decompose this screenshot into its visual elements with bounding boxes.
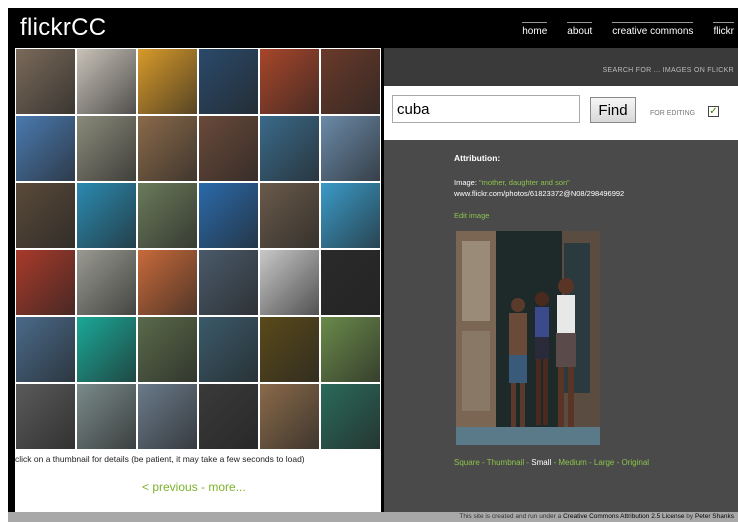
top-bar: flickrCC home about creative commons fli… — [8, 8, 738, 50]
thumbnail[interactable] — [320, 249, 381, 316]
thumbnail[interactable] — [15, 316, 76, 383]
thumbnail[interactable] — [137, 316, 198, 383]
author-link[interactable]: Peter Shanks — [695, 513, 734, 520]
search-header: SEARCH FOR ... IMAGES ON FLICKR — [384, 48, 738, 86]
footer-by: by — [686, 513, 694, 520]
nav-flickr-link[interactable]: flickr — [713, 22, 734, 37]
thumbnail[interactable] — [15, 48, 76, 115]
thumbnail[interactable] — [320, 48, 381, 115]
find-button[interactable]: Find — [590, 97, 636, 123]
thumbnail[interactable] — [259, 48, 320, 115]
nav-home-link[interactable]: home — [522, 22, 548, 37]
size-thumbnail-link[interactable]: Thumbnail — [487, 458, 524, 467]
footer-text: This site is created and run under a Cre… — [459, 513, 734, 520]
size-square-link[interactable]: Square — [454, 458, 480, 467]
pager-separator: - — [197, 480, 209, 494]
pager: < previous - more... — [142, 480, 246, 494]
detail-panel: SEARCH FOR ... IMAGES ON FLICKR Find FOR… — [384, 48, 738, 514]
thumbnail[interactable] — [137, 249, 198, 316]
thumbnail[interactable] — [137, 182, 198, 249]
edit-image-link[interactable]: Edit image — [454, 211, 489, 220]
size-small-current: Small — [531, 458, 552, 467]
footer: This site is created and run under a Cre… — [8, 512, 738, 522]
thumbnail[interactable] — [198, 115, 259, 182]
search-input[interactable] — [392, 95, 580, 123]
attribution-image-title-link[interactable]: "mother, daughter and son" — [479, 178, 570, 187]
thumbnail[interactable] — [198, 249, 259, 316]
thumbnail[interactable] — [259, 249, 320, 316]
thumbnail[interactable] — [259, 182, 320, 249]
nav-bar: home about creative commons flickr — [522, 22, 734, 37]
grid-hint-text: click on a thumbnail for details (be pat… — [15, 454, 305, 464]
thumbnail[interactable] — [76, 182, 137, 249]
search-bar: Find FOR EDITING ✓ — [384, 86, 738, 140]
thumbnail[interactable] — [320, 182, 381, 249]
for-editing-label: FOR EDITING — [650, 110, 696, 117]
thumbnail[interactable] — [198, 383, 259, 450]
size-original-link[interactable]: Original — [622, 458, 650, 467]
thumbnail[interactable] — [76, 249, 137, 316]
thumbnail[interactable] — [259, 316, 320, 383]
thumbnail[interactable] — [320, 383, 381, 450]
more-link[interactable]: more... — [208, 480, 245, 494]
thumbnail[interactable] — [259, 115, 320, 182]
thumbnail[interactable] — [137, 115, 198, 182]
search-header-label: SEARCH FOR ... IMAGES ON FLICKR — [602, 67, 734, 74]
thumbnail[interactable] — [76, 48, 137, 115]
thumbnail[interactable] — [76, 316, 137, 383]
license-link[interactable]: Creative Commons Attribution 2.5 License — [563, 513, 684, 520]
thumbnail[interactable] — [137, 383, 198, 450]
size-separator: - — [479, 458, 487, 467]
thumbnail[interactable] — [137, 48, 198, 115]
attribution-url: www.flickr.com/photos/61823372@N08/29849… — [454, 189, 625, 198]
size-links: Square - Thumbnail - Small - Medium - La… — [454, 458, 649, 467]
thumbnail[interactable] — [320, 115, 381, 182]
thumbnail[interactable] — [320, 316, 381, 383]
thumbnail[interactable] — [15, 182, 76, 249]
app-logo[interactable]: flickrCC — [20, 14, 106, 42]
thumbnail-panel: click on a thumbnail for details (be pat… — [15, 48, 381, 514]
thumbnail[interactable] — [198, 182, 259, 249]
thumbnail[interactable] — [198, 316, 259, 383]
thumbnail[interactable] — [198, 48, 259, 115]
attribution-image-line: Image: "mother, daughter and son" — [454, 178, 570, 187]
thumbnail[interactable] — [15, 383, 76, 450]
nav-creative-commons-link[interactable]: creative commons — [612, 22, 694, 37]
thumbnail[interactable] — [76, 115, 137, 182]
attribution-image-prefix: Image: — [454, 178, 480, 187]
attribution-title: Attribution: — [454, 153, 501, 163]
thumbnail[interactable] — [15, 115, 76, 182]
previous-page-link[interactable]: < previous — [142, 480, 198, 494]
selected-photo — [456, 231, 600, 445]
size-large-link[interactable]: Large — [594, 458, 614, 467]
size-separator: - — [586, 458, 594, 467]
thumbnail[interactable] — [76, 383, 137, 450]
size-separator: - — [614, 458, 622, 467]
size-medium-link[interactable]: Medium — [558, 458, 586, 467]
nav-about-link[interactable]: about — [567, 22, 593, 37]
thumbnail[interactable] — [259, 383, 320, 450]
footer-prefix: This site is created and run under a — [459, 513, 562, 520]
thumbnail[interactable] — [15, 249, 76, 316]
for-editing-checkbox[interactable]: ✓ — [708, 106, 719, 117]
thumbnail-grid — [15, 48, 381, 450]
